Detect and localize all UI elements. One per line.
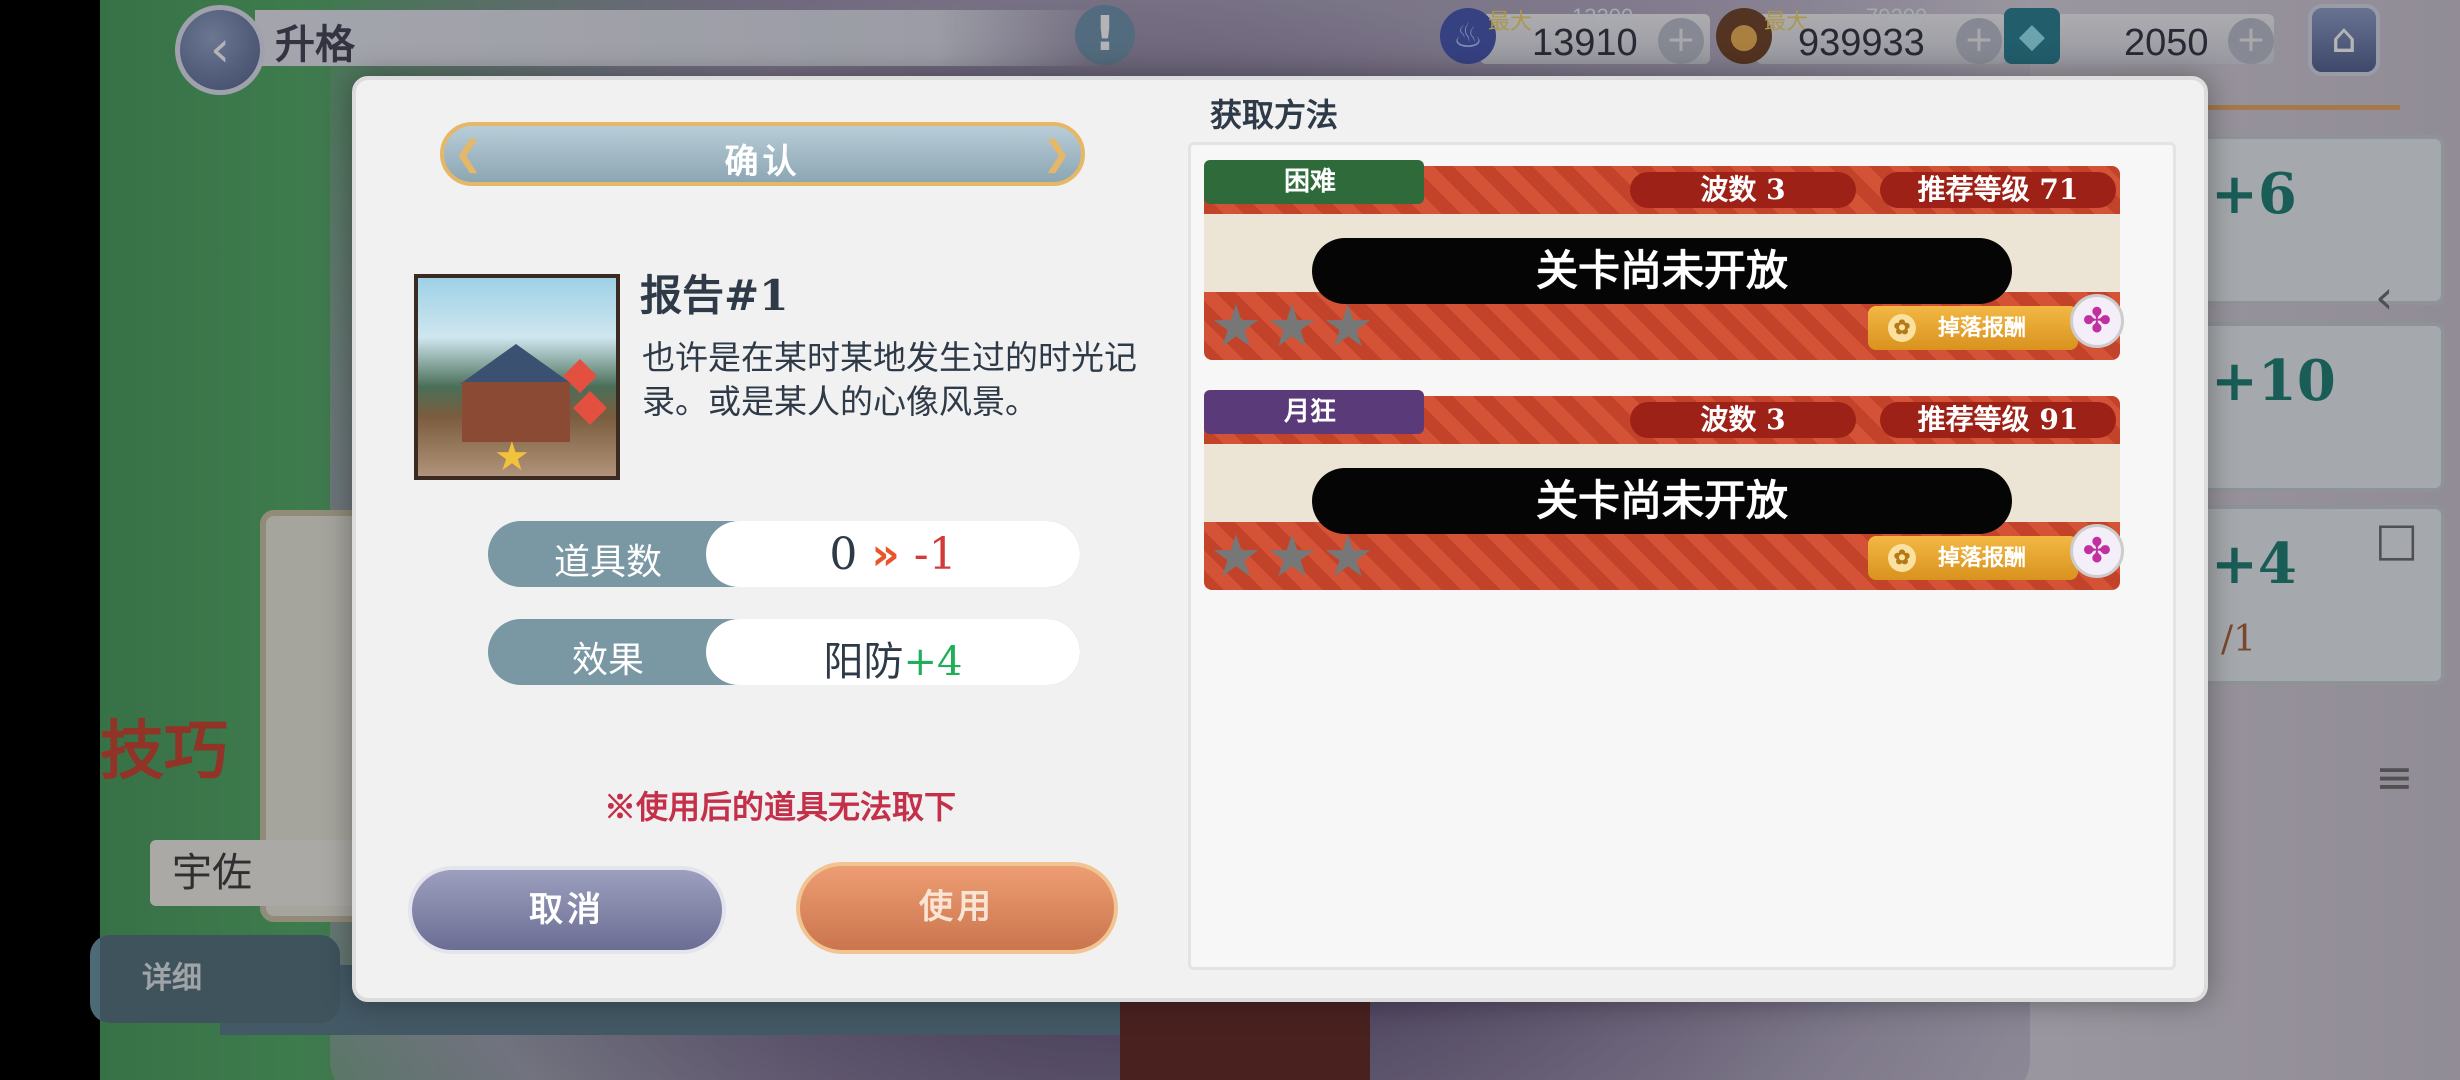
recommended-level-badge: 推荐等级 91 xyxy=(1880,402,2116,438)
waves-badge: 波数 3 xyxy=(1630,402,1856,438)
difficulty-tag: 困难 xyxy=(1204,160,1424,204)
clover-icon: ✤ xyxy=(2070,524,2124,578)
effect-amount: +4 xyxy=(903,639,963,685)
item-count-change: 0 » -1 xyxy=(706,529,1080,580)
item-name: 报告#1 xyxy=(640,271,789,320)
difficulty-label: 月狂 xyxy=(1284,397,1337,427)
waves-badge: 波数 3 xyxy=(1630,172,1856,208)
star-icon: ★ xyxy=(1322,522,1374,590)
drop-rewards-label: 掉落报酬 xyxy=(1938,545,2027,570)
cancel-button[interactable]: 取消 xyxy=(408,866,726,954)
count-to: -1 xyxy=(913,529,957,580)
item-count-label: 道具数 xyxy=(553,542,662,583)
count-from: 0 xyxy=(829,529,858,580)
drop-rewards-button[interactable]: ✿ 掉落报酬 xyxy=(1868,536,2078,580)
star-icon: ★ xyxy=(1322,292,1374,360)
star-icon: ★ xyxy=(1266,522,1318,590)
stage-locked-banner: 关卡尚未开放 xyxy=(1312,238,2012,304)
clover-icon: ✤ xyxy=(2070,294,2124,348)
recommended-level-badge: 推荐等级 71 xyxy=(1880,172,2116,208)
confirm-banner: ❮ 确认 ❯ xyxy=(440,122,1085,186)
dialog-title: 确认 xyxy=(724,142,801,182)
stage-card[interactable]: 月狂 波数 3 推荐等级 91 关卡尚未开放 ★ ★ ★ ✿ 掉落报酬 ✤ xyxy=(1204,390,2124,604)
reward-icon: ✿ xyxy=(1888,544,1916,572)
diamond-icon xyxy=(573,391,607,425)
rarity-star-icon: ★ xyxy=(494,434,530,480)
difficulty-label: 困难 xyxy=(1284,167,1337,197)
use-button[interactable]: 使用 xyxy=(796,862,1118,954)
star-icon: ★ xyxy=(1210,522,1262,590)
acquisition-title: 获取方法 xyxy=(1210,96,1339,134)
star-icon: ★ xyxy=(1210,292,1262,360)
effect-stat: 阳防 xyxy=(823,639,904,685)
effect-label: 效果 xyxy=(571,640,644,681)
difficulty-tag: 月狂 xyxy=(1204,390,1424,434)
drop-rewards-label: 掉落报酬 xyxy=(1938,315,2027,340)
item-count-row: 道具数 0 » -1 xyxy=(488,521,1080,587)
reward-icon: ✿ xyxy=(1888,314,1916,342)
effect-row: 效果 阳防+4 xyxy=(488,619,1080,685)
stage-locked-banner: 关卡尚未开放 xyxy=(1312,468,2012,534)
drop-rewards-button[interactable]: ✿ 掉落报酬 xyxy=(1868,306,2078,350)
star-icon: ★ xyxy=(1266,292,1318,360)
item-thumbnail: ★ xyxy=(414,274,620,480)
arrow-right-icon: » xyxy=(871,529,900,580)
item-description: 也许是在某时某地发生过的时光记录。或是某人的心像风景。 xyxy=(642,338,1137,421)
chevron-right-icon: ❯ xyxy=(1042,134,1072,174)
stage-card[interactable]: 困难 波数 3 推荐等级 71 关卡尚未开放 ★ ★ ★ ✿ 掉落报酬 ✤ xyxy=(1204,160,2124,374)
effect-value: 阳防+4 xyxy=(706,629,1080,687)
